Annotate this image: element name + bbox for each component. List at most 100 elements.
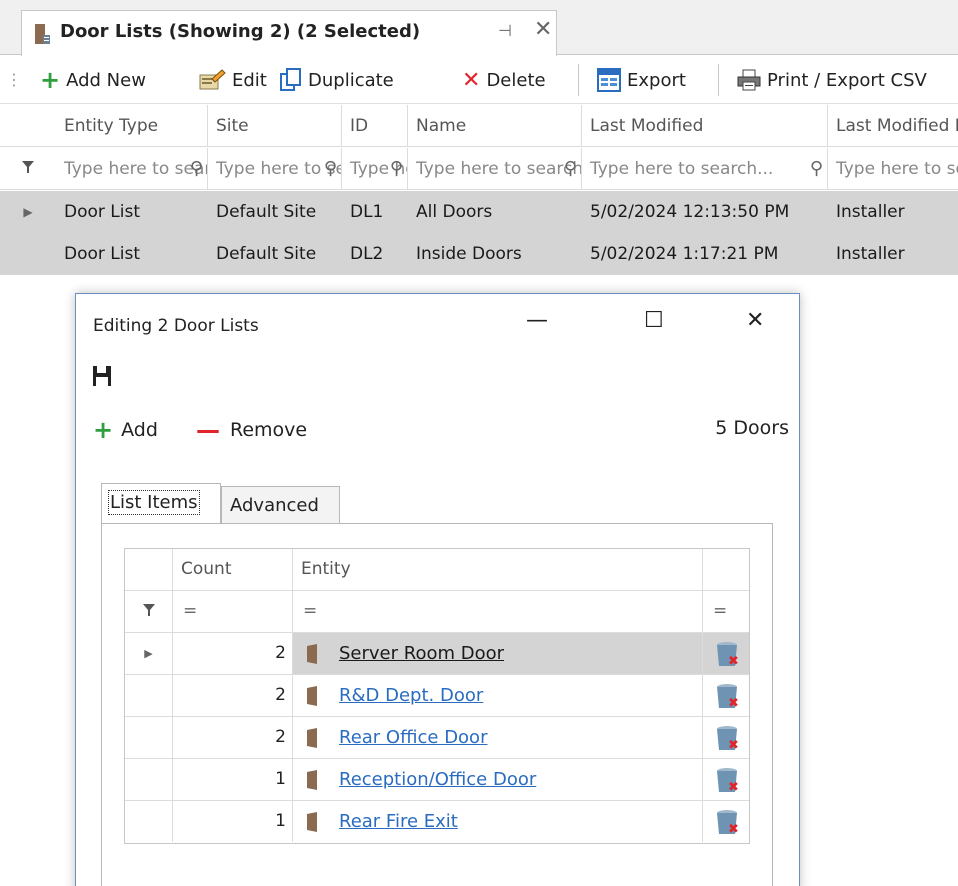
delete-button[interactable]: ✕ Delete bbox=[462, 66, 546, 94]
add-new-button[interactable]: + Add New bbox=[40, 66, 146, 94]
remove-row-button[interactable]: ✖ bbox=[703, 675, 751, 716]
column-header-site[interactable]: Site bbox=[208, 105, 342, 147]
column-header-name[interactable]: Name bbox=[408, 105, 582, 147]
print-export-label: Print / Export CSV bbox=[767, 69, 927, 91]
duplicate-label: Duplicate bbox=[308, 69, 394, 91]
magnifier-icon: ⚲ bbox=[189, 158, 203, 179]
table-row[interactable]: Door List Default Site DL2 Inside Doors … bbox=[0, 233, 958, 275]
funnel-icon[interactable] bbox=[125, 591, 173, 632]
column-header-entity-type[interactable]: Entity Type bbox=[56, 105, 208, 147]
remove-row-button[interactable]: ✖ bbox=[703, 759, 751, 800]
filter-name[interactable]: Type here to search ⚲ bbox=[408, 148, 582, 190]
document-tab-strip: Door Lists (Showing 2) (2 Selected) ⊣ ✕ bbox=[0, 0, 958, 56]
toolbar-grip[interactable]: ⋮ bbox=[6, 70, 22, 89]
edit-icon bbox=[199, 69, 226, 90]
filter-actions[interactable]: = bbox=[703, 591, 751, 632]
cell-name: All Doors bbox=[416, 202, 493, 222]
plus-icon: + bbox=[93, 416, 114, 444]
cell-entity-type: Door List bbox=[64, 202, 141, 222]
export-button[interactable]: Export bbox=[597, 66, 686, 94]
column-header-last-modified[interactable]: Last Modified bbox=[582, 105, 828, 147]
cell-id: DL2 bbox=[350, 244, 384, 264]
filter-entity-type[interactable]: Type here to search⚲ bbox=[56, 148, 208, 190]
main-toolbar: ⋮ + Add New Edit Duplicate ✕ Delete Expo… bbox=[0, 56, 958, 104]
column-header-last-modified-by[interactable]: Last Modified By bbox=[828, 105, 958, 147]
svg-text:✖: ✖ bbox=[728, 654, 739, 668]
duplicate-icon bbox=[280, 68, 301, 91]
list-item[interactable]: ▶ 2 Server Room Door ✖ bbox=[125, 633, 749, 675]
cell-entity: Rear Fire Exit bbox=[293, 801, 703, 842]
cell-site: Default Site bbox=[216, 244, 317, 264]
funnel-icon[interactable] bbox=[0, 148, 56, 190]
floppy-disk-icon[interactable] bbox=[93, 366, 111, 386]
cell-last-modified: 5/02/2024 12:13:50 PM bbox=[590, 202, 790, 222]
cell-name: Inside Doors bbox=[416, 244, 522, 264]
cell-count: 1 bbox=[173, 759, 293, 800]
edit-button[interactable]: Edit bbox=[198, 66, 267, 94]
cell-count: 2 bbox=[173, 633, 293, 674]
row-indicator-icon: ▶ bbox=[125, 633, 173, 674]
cell-count: 2 bbox=[173, 717, 293, 758]
filter-site[interactable]: Type here to search⚲ bbox=[208, 148, 342, 190]
trash-bin-icon: ✖ bbox=[717, 642, 739, 668]
grid-filter-row: Type here to search⚲ Type here to search… bbox=[0, 148, 958, 190]
table-row[interactable]: ▶ Door List Default Site DL1 All Doors 5… bbox=[0, 191, 958, 233]
add-new-label: Add New bbox=[66, 69, 146, 91]
list-item[interactable]: 2 R&D Dept. Door ✖ bbox=[125, 675, 749, 717]
print-export-csv-button[interactable]: Print / Export CSV bbox=[737, 66, 927, 94]
list-item[interactable]: 2 Rear Office Door ✖ bbox=[125, 717, 749, 759]
duplicate-button[interactable]: Duplicate bbox=[280, 66, 394, 94]
cell-last-modified-by: Installer bbox=[836, 202, 905, 222]
minimize-icon[interactable]: — bbox=[526, 308, 548, 333]
remove-row-button[interactable]: ✖ bbox=[703, 801, 751, 842]
entity-link[interactable]: Reception/Office Door bbox=[339, 769, 536, 790]
entity-link[interactable]: Rear Fire Exit bbox=[339, 811, 458, 832]
close-icon[interactable]: ✕ bbox=[534, 17, 552, 42]
trash-bin-icon: ✖ bbox=[717, 810, 739, 836]
toolbar-separator bbox=[718, 64, 719, 96]
cell-id: DL1 bbox=[350, 202, 384, 222]
door-list-icon bbox=[35, 24, 50, 44]
entity-link[interactable]: Server Room Door bbox=[339, 643, 504, 664]
cell-entity-type: Door List bbox=[64, 244, 141, 264]
filter-count[interactable]: = bbox=[173, 591, 293, 632]
door-count: 5 Doors bbox=[715, 417, 789, 439]
maximize-icon[interactable]: ☐ bbox=[644, 308, 664, 333]
cell-entity: R&D Dept. Door bbox=[293, 675, 703, 716]
column-header-id[interactable]: ID bbox=[342, 105, 408, 147]
trash-bin-icon: ✖ bbox=[717, 726, 739, 752]
cell-entity: Server Room Door bbox=[293, 633, 703, 674]
toolbar-separator bbox=[578, 64, 579, 96]
door-lists-tab[interactable]: Door Lists (Showing 2) (2 Selected) ⊣ ✕ bbox=[21, 10, 557, 56]
filter-last-modified[interactable]: Type here to search... ⚲ bbox=[582, 148, 828, 190]
list-item[interactable]: 1 Reception/Office Door ✖ bbox=[125, 759, 749, 801]
door-icon bbox=[307, 770, 317, 790]
cell-count: 1 bbox=[173, 801, 293, 842]
entity-link[interactable]: Rear Office Door bbox=[339, 727, 487, 748]
door-icon bbox=[307, 812, 317, 832]
remove-row-button[interactable]: ✖ bbox=[703, 717, 751, 758]
column-header-count[interactable]: Count bbox=[173, 549, 293, 590]
entity-link[interactable]: R&D Dept. Door bbox=[339, 685, 483, 706]
dialog-title: Editing 2 Door Lists bbox=[93, 316, 259, 336]
remove-button[interactable]: — Remove bbox=[196, 416, 307, 444]
door-icon bbox=[307, 686, 317, 706]
add-button[interactable]: + Add bbox=[93, 416, 158, 444]
list-item[interactable]: 1 Rear Fire Exit ✖ bbox=[125, 801, 749, 843]
cell-site: Default Site bbox=[216, 202, 317, 222]
magnifier-icon: ⚲ bbox=[563, 158, 577, 179]
pin-icon[interactable]: ⊣ bbox=[498, 21, 512, 40]
grid-filter-row: = = = bbox=[125, 591, 749, 633]
magnifier-icon: ⚲ bbox=[389, 158, 403, 179]
export-label: Export bbox=[627, 69, 686, 91]
remove-row-button[interactable]: ✖ bbox=[703, 633, 751, 674]
column-header-entity[interactable]: Entity bbox=[293, 549, 703, 590]
close-icon[interactable]: ✕ bbox=[746, 308, 764, 333]
tab-list-items[interactable]: List Items bbox=[101, 483, 221, 523]
remove-label: Remove bbox=[230, 419, 308, 441]
filter-id[interactable]: Type here to search⚲ bbox=[342, 148, 408, 190]
filter-last-modified-by[interactable]: Type here to search bbox=[828, 148, 958, 190]
export-icon bbox=[597, 68, 621, 92]
tab-advanced[interactable]: Advanced bbox=[221, 486, 340, 523]
filter-entity[interactable]: = bbox=[293, 591, 703, 632]
